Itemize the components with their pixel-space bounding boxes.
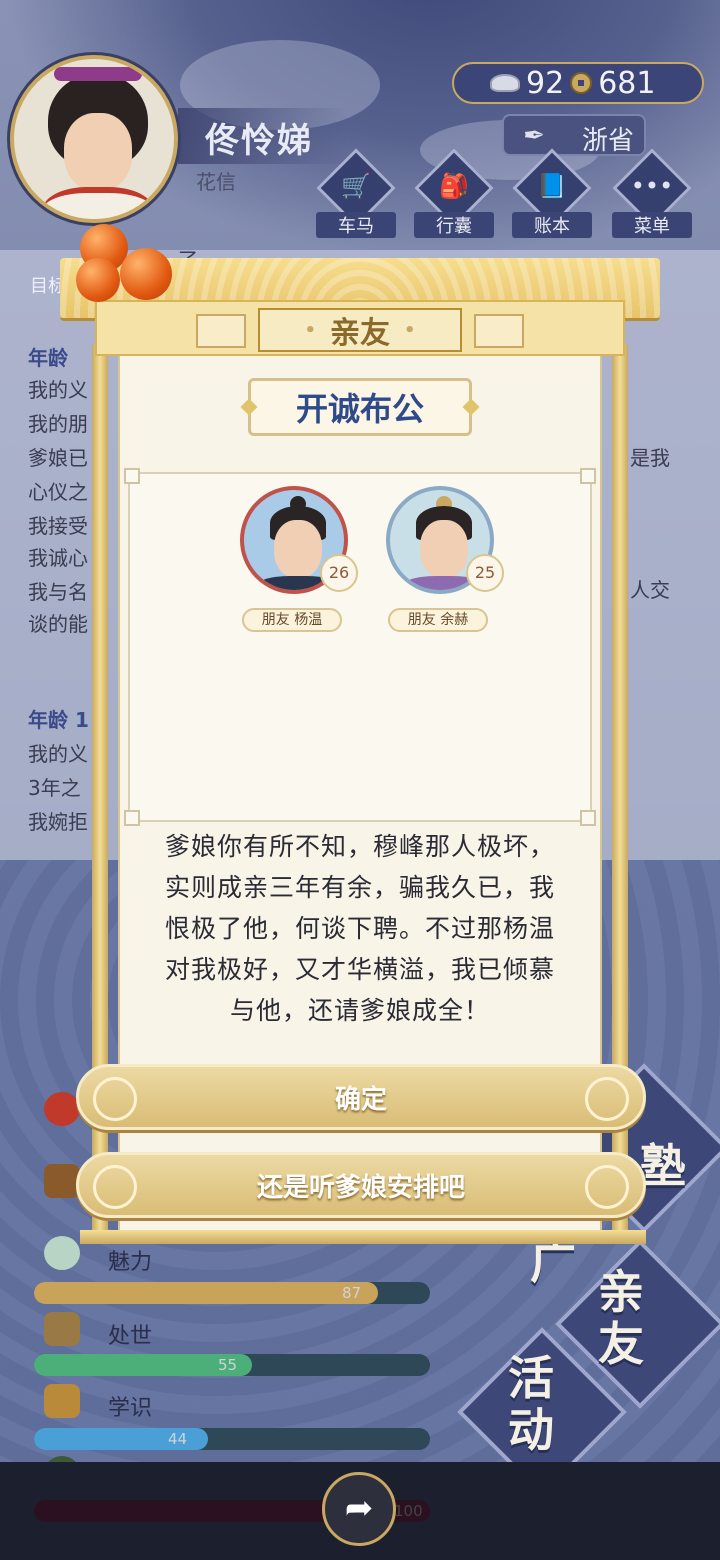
stat-value: 87 [342,1284,362,1302]
stat-value: 55 [218,1356,238,1374]
ornament-icon [93,1165,137,1209]
bg-line: 我与名 [28,580,88,604]
modal-title-text: 亲友 [330,316,390,351]
player-subtitle: 花信 [196,170,236,194]
bag-icon: 🎒 [439,172,469,200]
age-heading: 年龄 [28,346,68,370]
bg-line: 我的义 [28,378,88,402]
bg-line: 我接受 [28,514,88,538]
ledger-icon: 📘 [537,172,567,200]
bg-line: 我诚心 [28,546,88,570]
share-icon: ➦ [344,1488,374,1528]
defer-label: 还是听爹娘安排吧 [256,1172,465,1203]
relatives-label: 亲友 [598,1265,644,1371]
stat-value: 44 [168,1430,188,1448]
nav-label: 账本 [512,212,592,238]
player-avatar[interactable] [10,55,178,223]
menu-dots-icon: ••• [630,172,674,200]
frame-corner [580,810,596,826]
title-dot: • [404,319,416,341]
dialog-line: 爹娘你有所不知，穆峰那人极坏， [164,832,555,861]
frame-corner [124,810,140,826]
stat-bar-conduct: 55 [34,1354,430,1376]
teapot-icon [44,1164,80,1198]
stat-bar-charm: 87 [34,1282,430,1304]
event-title: 开诚布公 [248,378,472,436]
nav-label: 行囊 [414,212,494,238]
dialog-line: 恨极了他，何谈下聘。不过那杨温 [164,914,555,943]
age-heading: 年龄 1 [28,708,89,732]
copper-coin-icon [570,72,593,94]
jade-icon [44,1236,80,1270]
currency-bar[interactable]: 92 681 [452,62,704,104]
avatar-face [64,113,132,191]
modal-title: • 亲友 • [258,308,462,352]
activity-label: 活动 [508,1351,554,1457]
dialog-line: 对我极好，又才华横溢，我已倾慕 [164,955,555,984]
dialog-line: 实则成亲三年有余，骗我久已，我 [164,873,555,902]
stat-label-charm: 魅力 [108,1250,153,1275]
share-button[interactable]: ➦ [322,1472,396,1546]
nav-label: 菜单 [612,212,692,238]
ornament-icon [585,1077,629,1121]
bg-line-right: 是我 [630,446,670,470]
defer-to-parents-button[interactable]: 还是听爹娘安排吧 [76,1152,646,1218]
silver-amount: 92 [526,65,565,101]
bg-line: 心仪之 [28,480,88,504]
nav-menu-button[interactable]: ••• 菜单 [612,148,692,238]
flower-icon [44,1092,80,1126]
province-button[interactable]: ✒ 浙省 [502,114,646,156]
nav-label: 车马 [316,212,396,238]
confirm-button[interactable]: 确定 [76,1064,646,1130]
bg-line: 谈的能 [28,612,88,636]
age-badge: 25 [466,554,504,592]
bg-line: 3年之 [28,776,81,800]
header-ornament [474,314,524,348]
bg-line-right: 人交 [630,578,670,602]
person-card-yuhe[interactable]: 25 朋友 余赫 [382,486,512,636]
person-face [274,520,322,578]
candied-haw-decoration [120,248,172,300]
ornament-icon [93,1077,137,1121]
age-badge: 26 [320,554,358,592]
candied-haw-decoration [76,258,120,302]
coin-amount: 681 [598,65,656,101]
person-card-yangwen[interactable]: 26 朋友 杨温 [236,486,366,636]
avatar-body [42,187,154,219]
frame-corner [580,468,596,484]
avatar-headband [54,67,142,81]
wood-icon [44,1312,80,1346]
bg-line: 我的义 [28,742,88,766]
stat-label-knowledge: 学识 [108,1396,153,1421]
bg-line: 我的朋 [28,412,88,436]
bg-line: 我婉拒 [28,810,88,834]
silver-ingot-icon [490,74,520,92]
confirm-label: 确定 [334,1084,387,1115]
stat-fill [34,1282,378,1304]
stat-bar-knowledge: 44 [34,1428,430,1450]
scroll-bottom-roller [80,1230,646,1244]
dialog-text: 爹娘你有所不知，穆峰那人极坏， 实则成亲三年有余，骗我久已，我 恨极了他，何谈下… [128,826,592,1036]
stat-label-conduct: 处世 [108,1324,153,1349]
carriage-icon: 🛒 [341,172,371,200]
inkstone-icon: ✒ [523,121,545,151]
province-label: 浙省 [582,126,635,156]
person-label: 朋友 余赫 [388,608,488,632]
bg-line: 爹娘已 [28,446,88,470]
nav-bag-button[interactable]: 🎒 行囊 [414,148,494,238]
dialog-line: 与他，还请爹娘成全！ [229,996,490,1025]
nav-ledger-button[interactable]: 📘 账本 [512,148,592,238]
frame-corner [124,468,140,484]
person-label: 朋友 杨温 [242,608,342,632]
person-face [420,520,468,578]
stat-value: 100 [394,1502,423,1520]
nav-carriage-button[interactable]: 🛒 车马 [316,148,396,238]
books-icon [44,1384,80,1418]
player-name: 佟怜娣 [205,121,313,161]
title-dot: • [304,319,316,341]
ornament-icon [585,1165,629,1209]
school-label: 塾 [640,1139,686,1193]
header-ornament [196,314,246,348]
event-title-text: 开诚布公 [295,390,424,428]
